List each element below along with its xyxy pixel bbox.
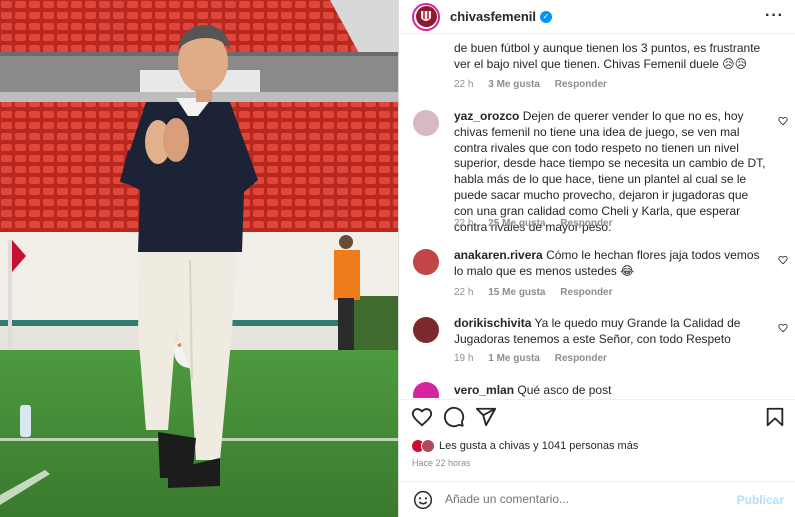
comment-likes-count[interactable]: 25 Me gusta xyxy=(488,218,545,229)
comment-like-heart-icon[interactable] xyxy=(778,255,788,265)
commenter-username[interactable]: yaz_orozco xyxy=(454,109,519,123)
comment-meta: 22 h 3 Me gusta Responder xyxy=(454,79,619,90)
bookmark-icon[interactable] xyxy=(764,406,786,428)
coach-photo-image xyxy=(0,0,398,517)
comment-like-heart-icon[interactable] xyxy=(778,116,788,126)
likes-text[interactable]: Les gusta a chivas y 1041 personas más xyxy=(439,440,638,452)
post-photo xyxy=(0,0,398,517)
comment-icon[interactable] xyxy=(443,406,465,428)
comment-likes-count[interactable]: 1 Me gusta xyxy=(488,353,540,364)
comments-list[interactable]: de buen fútbol y aunque tienen los 3 pun… xyxy=(399,34,795,398)
reply-button[interactable]: Responder xyxy=(555,353,607,364)
reply-button[interactable]: Responder xyxy=(560,287,612,298)
comment-text: anakaren.rivera Cómo le hechan flores ja… xyxy=(454,248,760,278)
reply-button[interactable]: Responder xyxy=(555,79,607,90)
post-header: chivasfemenil ✓ ··· xyxy=(399,0,795,34)
comment-meta: 22 h 15 Me gusta Responder xyxy=(454,287,625,298)
comment-text: dorikischivita Ya le quedo muy Grande la… xyxy=(454,316,741,346)
commenter-username[interactable]: vero_mlan xyxy=(454,383,514,397)
commenter-avatar[interactable] xyxy=(413,382,439,398)
chivas-crest-icon xyxy=(415,6,437,27)
add-comment-bar: Publicar xyxy=(399,481,795,517)
commenter-avatar[interactable] xyxy=(413,249,439,275)
comment-input[interactable] xyxy=(445,492,725,506)
commenter-username[interactable]: anakaren.rivera xyxy=(454,248,543,262)
heart-icon[interactable] xyxy=(411,406,433,428)
comment-time: 22 h xyxy=(454,287,474,298)
comment-text: de buen fútbol y aunque tienen los 3 pun… xyxy=(454,41,761,71)
comment-time: 22 h xyxy=(454,218,474,229)
share-icon[interactable] xyxy=(475,406,497,428)
comment-text: vero_mlan Qué asco de post xyxy=(454,383,612,397)
commenter-username[interactable]: dorikischivita xyxy=(454,316,531,330)
verified-badge-icon: ✓ xyxy=(540,10,552,23)
reply-button[interactable]: Responder xyxy=(560,218,612,229)
comment-likes-count[interactable]: 15 Me gusta xyxy=(488,287,545,298)
liker-avatar[interactable] xyxy=(421,439,435,453)
post-actions-bar xyxy=(399,399,795,435)
post-side-panel: chivasfemenil ✓ ··· de buen fútbol y aun… xyxy=(398,0,795,517)
comment-text: yaz_orozco Dejen de querer vender lo que… xyxy=(454,109,766,234)
post-timestamp: Hace 22 horas xyxy=(412,458,471,468)
more-options-button[interactable]: ··· xyxy=(765,8,784,24)
comment-meta: 22 h 25 Me gusta Responder xyxy=(454,218,625,229)
comment-meta: 19 h 1 Me gusta Responder xyxy=(454,353,619,364)
emoji-icon[interactable] xyxy=(413,490,433,510)
likes-summary: Les gusta a chivas y 1041 personas más xyxy=(411,437,638,455)
commenter-avatar[interactable] xyxy=(413,317,439,343)
comment-time: 22 h xyxy=(454,79,474,90)
comment-like-heart-icon[interactable] xyxy=(778,323,788,333)
commenter-avatar[interactable] xyxy=(413,110,439,136)
author-avatar[interactable] xyxy=(412,2,440,31)
comment-likes-count[interactable]: 3 Me gusta xyxy=(488,79,540,90)
publish-button[interactable]: Publicar xyxy=(737,493,784,507)
comment-time: 19 h xyxy=(454,353,474,364)
author-username[interactable]: chivasfemenil xyxy=(450,9,536,24)
